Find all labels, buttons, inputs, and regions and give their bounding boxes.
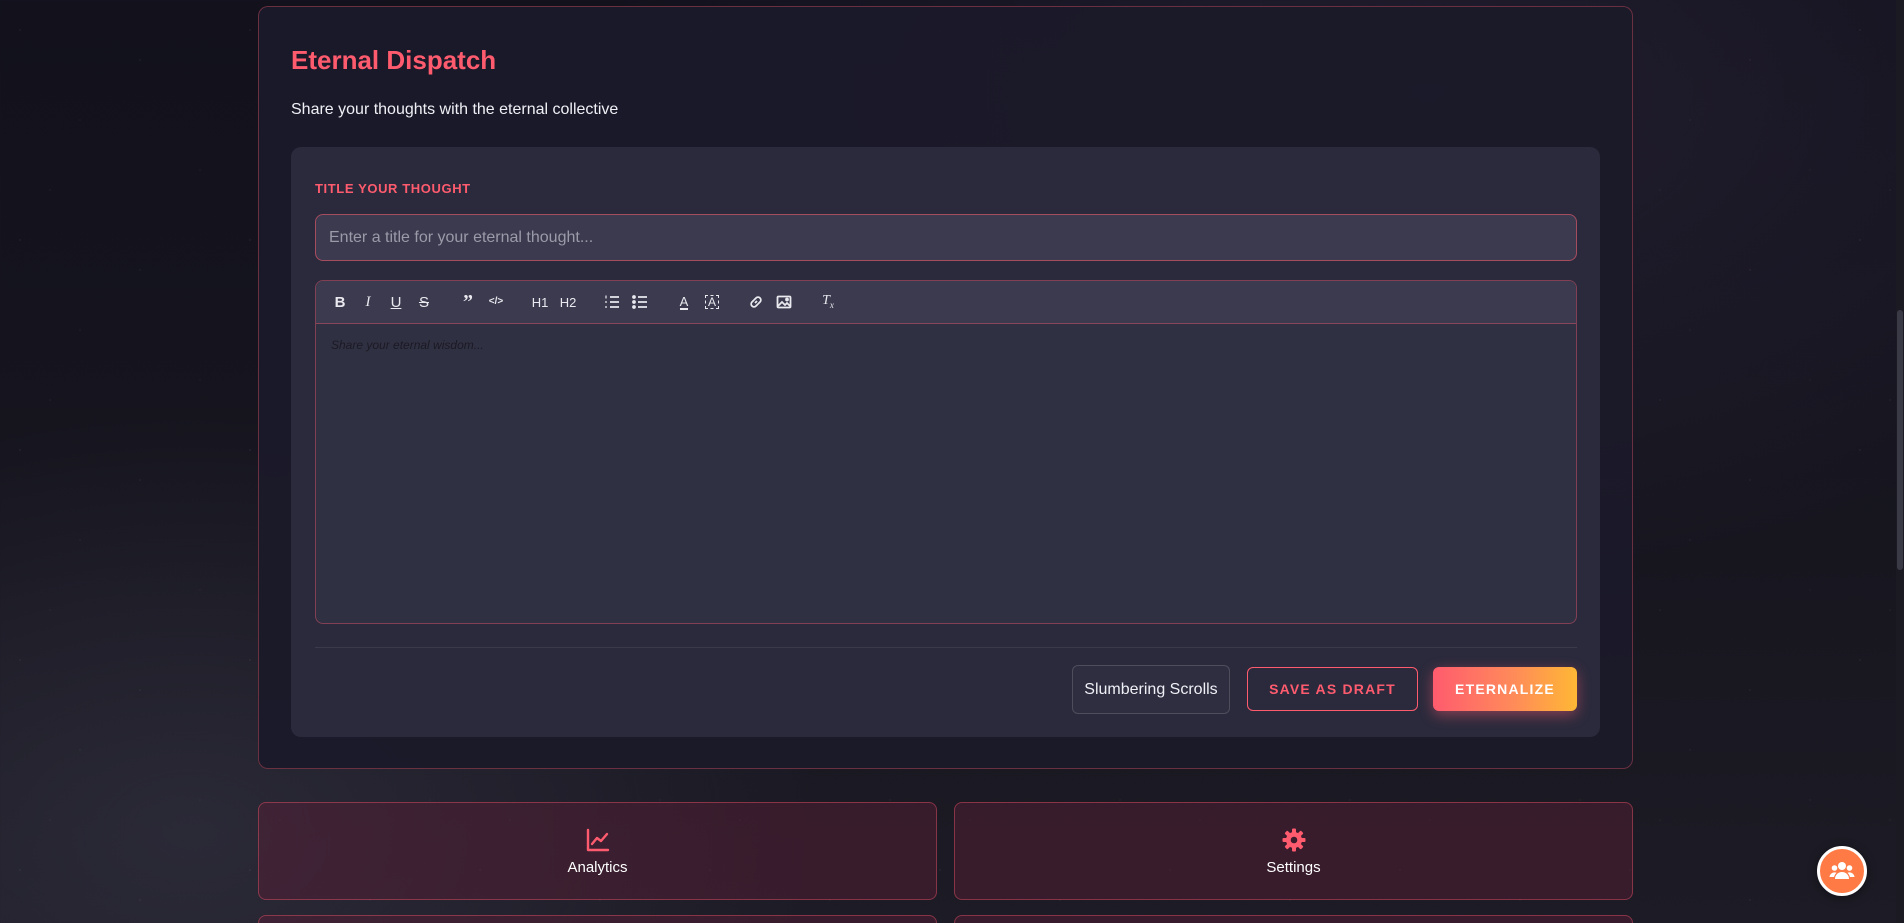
text-color-button[interactable]: A — [672, 290, 696, 314]
divider — [315, 647, 1577, 648]
analytics-tile[interactable]: Analytics — [258, 802, 937, 900]
rich-text-editor: B I U S ” </> H1 H2 A A Tx Share your et… — [315, 280, 1577, 624]
ordered-list-icon — [605, 295, 619, 308]
link-icon — [750, 296, 762, 308]
ordered-list-button[interactable] — [600, 290, 624, 314]
editor-toolbar: B I U S ” </> H1 H2 A A Tx — [316, 281, 1576, 324]
slumbering-scrolls-button[interactable]: Slumbering Scrolls — [1072, 665, 1230, 714]
heading-2-button[interactable]: H2 — [556, 290, 580, 314]
tile-row-2-right — [954, 915, 1633, 923]
scrollbar-thumb[interactable] — [1897, 310, 1903, 570]
bold-button[interactable]: B — [328, 290, 352, 314]
clear-format-button[interactable]: Tx — [816, 290, 840, 314]
page-scrollbar[interactable] — [1896, 0, 1904, 923]
page-subtitle: Share your thoughts with the eternal col… — [291, 101, 619, 118]
bullet-list-icon — [632, 295, 647, 309]
editor-content-area[interactable]: Share your eternal wisdom... — [316, 324, 1576, 623]
image-button[interactable] — [772, 290, 796, 314]
strikethrough-button[interactable]: S — [412, 290, 436, 314]
title-label: TITLE YOUR THOUGHT — [315, 181, 471, 196]
dispatch-card: Eternal Dispatch Share your thoughts wit… — [258, 6, 1633, 769]
title-input[interactable] — [315, 214, 1577, 261]
background-color-button[interactable]: A — [700, 290, 724, 314]
analytics-label: Analytics — [567, 858, 628, 876]
settings-tile[interactable]: Settings — [954, 802, 1633, 900]
heading-1-button[interactable]: H1 — [528, 290, 552, 314]
code-block-button[interactable]: </> — [484, 290, 508, 314]
page-title: Eternal Dispatch — [291, 45, 497, 75]
gear-icon — [1282, 828, 1305, 851]
settings-label: Settings — [1266, 858, 1321, 876]
users-icon — [1829, 862, 1855, 879]
blockquote-button[interactable]: ” — [456, 290, 480, 314]
link-button[interactable] — [744, 290, 768, 314]
community-fab[interactable] — [1817, 846, 1867, 896]
editor-placeholder: Share your eternal wisdom... — [331, 338, 484, 352]
save-draft-button[interactable]: SAVE AS DRAFT — [1247, 667, 1418, 711]
compose-panel: TITLE YOUR THOUGHT B I U S ” </> H1 H2 — [291, 147, 1600, 737]
chart-line-icon — [586, 828, 609, 851]
image-icon — [776, 295, 792, 309]
tile-row-2-left — [258, 915, 937, 923]
italic-button[interactable]: I — [356, 290, 380, 314]
eternalize-button[interactable]: ETERNALIZE — [1433, 667, 1577, 711]
bullet-list-button[interactable] — [628, 290, 652, 314]
underline-button[interactable]: U — [384, 290, 408, 314]
